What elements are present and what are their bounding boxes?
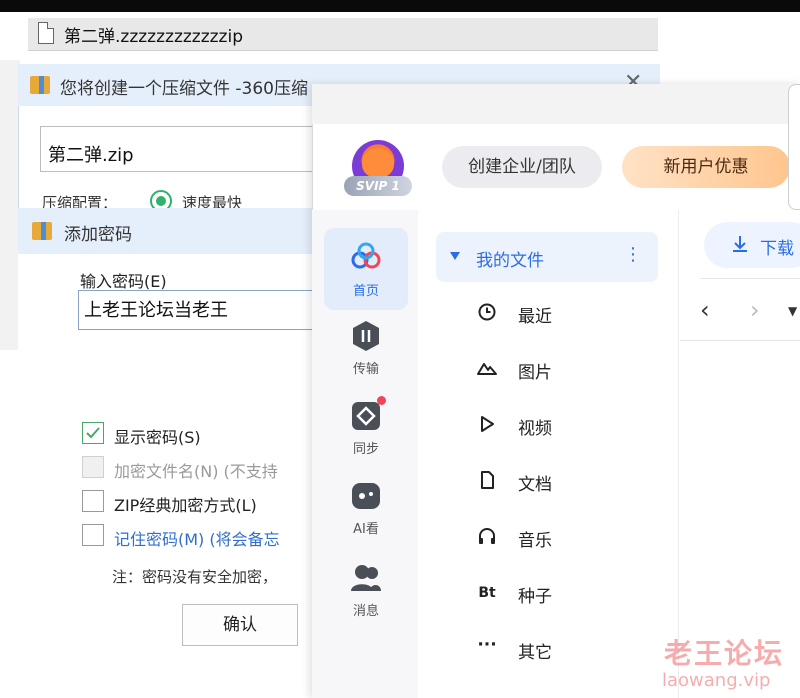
encrypt-filename-checkbox[interactable]	[82, 456, 104, 478]
notification-dot	[377, 396, 386, 405]
file-icon	[38, 22, 54, 44]
transfer-icon	[348, 318, 384, 354]
nav-item-transfer[interactable]: 传输	[324, 318, 408, 377]
top-black-bar	[0, 0, 800, 12]
tree-item-label: 文档	[518, 475, 552, 495]
ai-watch-icon	[348, 478, 384, 514]
file-tree	[420, 210, 678, 698]
divider	[680, 340, 800, 341]
nav-item-sync[interactable]: 同步	[324, 396, 408, 457]
caret-down-icon[interactable]: ▼	[788, 304, 797, 318]
nav-label: 传输	[352, 362, 379, 377]
caret-down-icon	[450, 252, 460, 260]
nav-label: 同步	[352, 442, 379, 457]
confirm-button[interactable]: 确认	[182, 604, 298, 646]
password-dialog-title: 添加密码	[64, 225, 132, 245]
chevron-right-icon[interactable]: ›	[750, 296, 760, 324]
file-list-pane	[678, 210, 800, 698]
nav-item-messages[interactable]: 消息	[324, 560, 408, 619]
show-password-label: 显示密码(S)	[114, 428, 201, 447]
headphones-icon	[476, 526, 498, 548]
watermark-url: laowang.vip	[662, 670, 771, 691]
nav-label: 首页	[352, 284, 379, 299]
home-cloud-icon	[348, 240, 384, 276]
watermark-text: 老王论坛	[664, 637, 785, 670]
remember-password-label[interactable]: 记住密码(M) (将会备忘	[114, 526, 280, 550]
archive-name-value: 第二弹.zip	[48, 145, 134, 166]
password-value: 上老王论坛当老王	[84, 300, 228, 321]
file-name: 第二弹.zzzzzzzzzzzzip	[64, 27, 243, 47]
compress-window-title: 您将创建一个压缩文件 -360压缩	[60, 79, 308, 99]
ellipsis-icon: ···	[477, 635, 497, 655]
vip-badge: SVIP 1	[344, 176, 412, 196]
mountain-icon	[476, 358, 498, 380]
download-icon	[730, 234, 750, 259]
nav-label: 消息	[352, 604, 379, 619]
netdisk-titlebar[interactable]	[312, 84, 800, 124]
tree-item-label: 种子	[518, 587, 552, 607]
more-vertical-icon[interactable]: ⋮	[624, 244, 642, 265]
bt-icon: Bt	[478, 585, 496, 601]
my-files-label: 我的文件	[476, 251, 544, 271]
nav-item-ai-watch[interactable]: AI看	[324, 478, 408, 537]
archive-icon	[30, 76, 50, 94]
password-input-label: 输入密码(E)	[80, 272, 167, 291]
encrypt-filename-label: 加密文件名(N) (不支持	[114, 462, 278, 481]
tree-item-label: 音乐	[518, 531, 552, 551]
divider	[700, 278, 800, 279]
nav-item-home[interactable]: 首页	[324, 228, 408, 310]
tree-item-label: 其它	[518, 643, 552, 663]
background-window-edge	[0, 60, 20, 350]
popup-card-edge	[788, 84, 800, 210]
remember-password-checkbox[interactable]	[82, 524, 104, 546]
zip-classic-checkbox[interactable]	[82, 490, 104, 512]
zip-classic-label: ZIP经典加密方式(L)	[114, 496, 257, 515]
checkmark-icon	[86, 427, 100, 439]
sync-icon	[348, 396, 386, 434]
show-password-checkbox[interactable]	[82, 422, 104, 444]
archive-icon	[32, 222, 52, 240]
new-user-offer-button[interactable]: 新用户优惠	[622, 146, 790, 188]
chevron-left-icon[interactable]: ‹	[700, 296, 710, 324]
tree-item-label: 最近	[518, 307, 552, 327]
tree-item-label: 图片	[518, 363, 552, 383]
download-label: 下载	[760, 239, 794, 259]
play-icon	[476, 414, 498, 436]
document-icon	[476, 470, 498, 492]
nav-label: AI看	[353, 522, 379, 537]
password-dialog-titlebar[interactable]	[18, 208, 318, 254]
security-note: 注：密码没有安全加密，	[112, 568, 278, 586]
tree-item-label: 视频	[518, 419, 552, 439]
message-icon	[348, 560, 384, 596]
fox-face-icon	[362, 148, 394, 178]
clock-icon	[476, 302, 498, 324]
create-team-button[interactable]: 创建企业/团队	[442, 146, 602, 188]
